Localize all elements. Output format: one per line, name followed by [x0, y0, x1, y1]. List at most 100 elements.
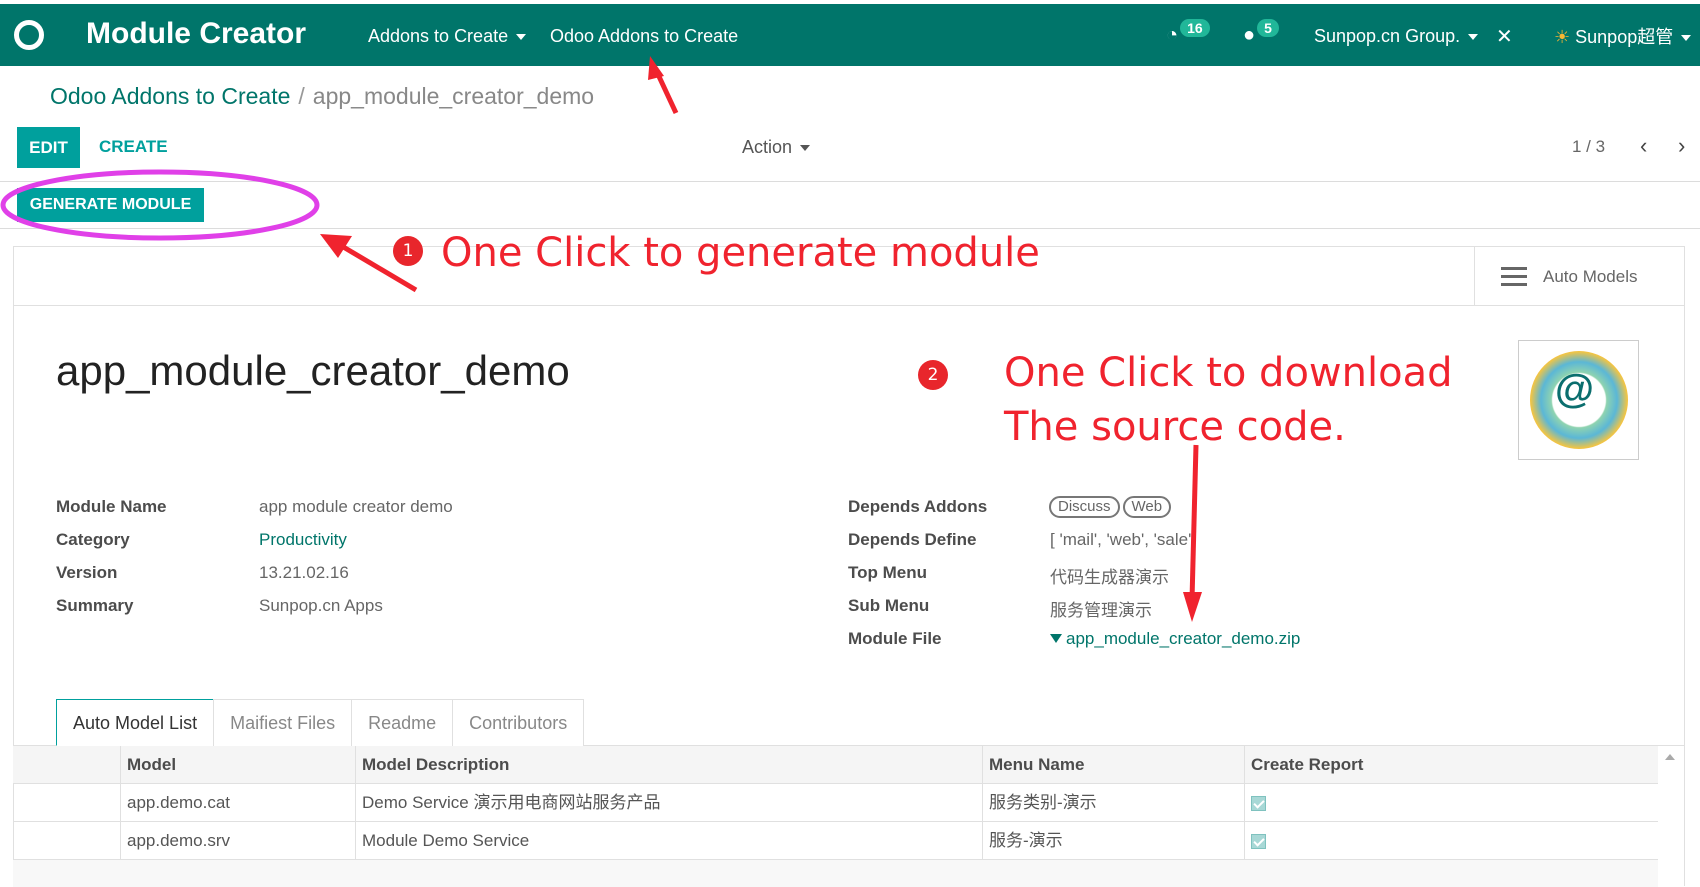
- tag-web[interactable]: Web: [1122, 496, 1172, 518]
- tab-maifiest-files[interactable]: Maifiest Files: [213, 699, 353, 746]
- table-row[interactable]: app.demo.cat Demo Service 演示用电商网站服务产品 服务…: [13, 784, 1658, 822]
- table-row[interactable]: app.demo.srv Module Demo Service 服务-演示: [13, 822, 1658, 860]
- annotation-text-1: One Click to generate module: [441, 230, 1040, 276]
- action-dropdown[interactable]: Action: [742, 137, 811, 158]
- field-value-sub-menu: 服务管理演示: [1050, 601, 1152, 620]
- row-selector-header: [13, 746, 120, 783]
- generate-module-button[interactable]: GENERATE MODULE: [17, 188, 204, 222]
- activity-badge: 16: [1180, 19, 1210, 37]
- user-avatar-icon: ☀: [1554, 27, 1571, 47]
- smart-button-label: Auto Models: [1543, 267, 1638, 286]
- auto-models-smart-button[interactable]: Auto Models: [1474, 247, 1684, 305]
- column-header-model[interactable]: Model: [120, 746, 355, 783]
- tab-contributors[interactable]: Contributors: [452, 699, 585, 746]
- field-label-depends-define: Depends Define: [848, 530, 977, 549]
- module-file-download-link[interactable]: app_module_creator_demo.zip: [1050, 629, 1300, 649]
- field-value-version: 13.21.02.16: [259, 563, 349, 582]
- field-value-category[interactable]: Productivity: [259, 530, 347, 550]
- column-header-menu-name[interactable]: Menu Name: [982, 746, 1244, 783]
- field-label-module-name: Module Name: [56, 497, 167, 516]
- notebook-tabs: Auto Model List Maifiest Files Readme Co…: [56, 699, 585, 746]
- cell-model: app.demo.cat: [120, 784, 355, 821]
- module-file-name: app_module_creator_demo.zip: [1066, 629, 1301, 648]
- row-selector: [13, 784, 120, 821]
- create-report-checkbox[interactable]: [1251, 796, 1266, 812]
- odoo-logo-icon[interactable]: [14, 20, 44, 50]
- edit-button[interactable]: EDIT: [17, 127, 80, 168]
- cell-create-report: [1244, 822, 1658, 859]
- pager-next-button[interactable]: ›: [1678, 133, 1685, 159]
- column-header-create-report[interactable]: Create Report: [1244, 746, 1658, 783]
- app-title[interactable]: Module Creator: [86, 17, 306, 51]
- field-label-category: Category: [56, 530, 130, 549]
- top-navbar: Module Creator Addons to Create Odoo Add…: [0, 4, 1700, 66]
- debug-tools-icon[interactable]: ✕: [1496, 24, 1513, 49]
- auto-model-table: Model Model Description Menu Name Create…: [13, 746, 1658, 860]
- chevron-down-icon: [1681, 35, 1692, 42]
- user-name: Sunpop超管: [1575, 27, 1674, 47]
- row-selector: [13, 822, 120, 859]
- clock-icon: ◔: [1166, 24, 1179, 46]
- menu-addons-to-create[interactable]: Addons to Create: [368, 26, 527, 47]
- annotation-text-2-line-1: One Click to download: [1004, 350, 1453, 396]
- tab-auto-model-list[interactable]: Auto Model List: [56, 699, 215, 746]
- create-button[interactable]: CREATE: [99, 137, 168, 157]
- action-label: Action: [742, 137, 793, 157]
- chevron-down-icon: [1468, 34, 1479, 41]
- cell-create-report: [1244, 784, 1658, 821]
- scroll-up-arrow-icon[interactable]: [1665, 754, 1675, 760]
- pager-value[interactable]: 1 / 3: [1572, 137, 1605, 157]
- annotation-step-2-badge: 2: [918, 360, 948, 390]
- module-image[interactable]: @: [1518, 340, 1639, 460]
- field-label-summary: Summary: [56, 596, 134, 615]
- annotation-step-1-badge: 1: [393, 236, 423, 266]
- field-value-module-name: app module creator demo: [259, 497, 453, 516]
- pager-previous-button[interactable]: ‹: [1640, 133, 1647, 159]
- breadcrumb-current: app_module_creator_demo: [312, 83, 595, 109]
- activity-menu[interactable]: ◔ 16: [1166, 19, 1210, 47]
- field-value-top-menu: 代码生成器演示: [1050, 568, 1169, 587]
- breadcrumb-parent[interactable]: Odoo Addons to Create: [50, 83, 290, 109]
- field-label-depends-addons: Depends Addons: [848, 497, 988, 516]
- field-label-sub-menu: Sub Menu: [848, 596, 930, 615]
- cell-model-description: Module Demo Service: [355, 822, 982, 859]
- company-label: Sunpop.cn Group.: [1314, 26, 1461, 46]
- divider: [13, 305, 1685, 306]
- column-header-model-description[interactable]: Model Description: [355, 746, 982, 783]
- message-badge: 5: [1257, 19, 1279, 37]
- cell-model-description: Demo Service 演示用电商网站服务产品: [355, 784, 982, 821]
- create-report-checkbox[interactable]: [1251, 834, 1266, 850]
- breadcrumb-separator: /: [298, 83, 305, 109]
- messaging-menu[interactable]: ● 5: [1243, 19, 1279, 47]
- field-label-version: Version: [56, 563, 118, 582]
- chevron-down-icon: [800, 145, 811, 152]
- divider: [0, 228, 1700, 229]
- annotation-text-2-line-2: The source code.: [1004, 404, 1346, 450]
- company-switcher[interactable]: Sunpop.cn Group.: [1314, 26, 1479, 47]
- download-icon: [1050, 634, 1062, 643]
- chat-bubble-icon: ●: [1243, 24, 1256, 46]
- depends-addons-tags: Discuss Web: [1049, 496, 1174, 518]
- user-menu[interactable]: ☀ Sunpop超管: [1554, 23, 1692, 49]
- arrow-to-menu: [653, 68, 679, 115]
- at-sign-icon: @: [1555, 367, 1595, 411]
- field-value-depends-define: [ 'mail', 'web', 'sale': [1050, 530, 1192, 549]
- cell-model: app.demo.srv: [120, 822, 355, 859]
- chevron-down-icon: [516, 34, 527, 41]
- tag-discuss[interactable]: Discuss: [1049, 496, 1120, 518]
- field-label-top-menu: Top Menu: [848, 563, 927, 582]
- cell-menu-name: 服务-演示: [982, 822, 1244, 859]
- field-value-summary: Sunpop.cn Apps: [259, 596, 383, 615]
- table-footer: [13, 860, 1658, 887]
- app-root: Module Creator Addons to Create Odoo Add…: [0, 0, 1700, 887]
- field-label-module-file: Module File: [848, 629, 942, 648]
- list-icon: [1501, 267, 1527, 270]
- tab-readme[interactable]: Readme: [351, 699, 454, 746]
- divider: [0, 181, 1700, 182]
- breadcrumb: Odoo Addons to Create / app_module_creator…: [50, 83, 594, 110]
- record-title: app_module_creator_demo: [56, 347, 570, 394]
- cell-menu-name: 服务类别-演示: [982, 784, 1244, 821]
- menu-label: Addons to Create: [368, 26, 509, 46]
- menu-odoo-addons-to-create[interactable]: Odoo Addons to Create: [550, 26, 738, 47]
- table-header-row: Model Model Description Menu Name Create…: [13, 746, 1658, 784]
